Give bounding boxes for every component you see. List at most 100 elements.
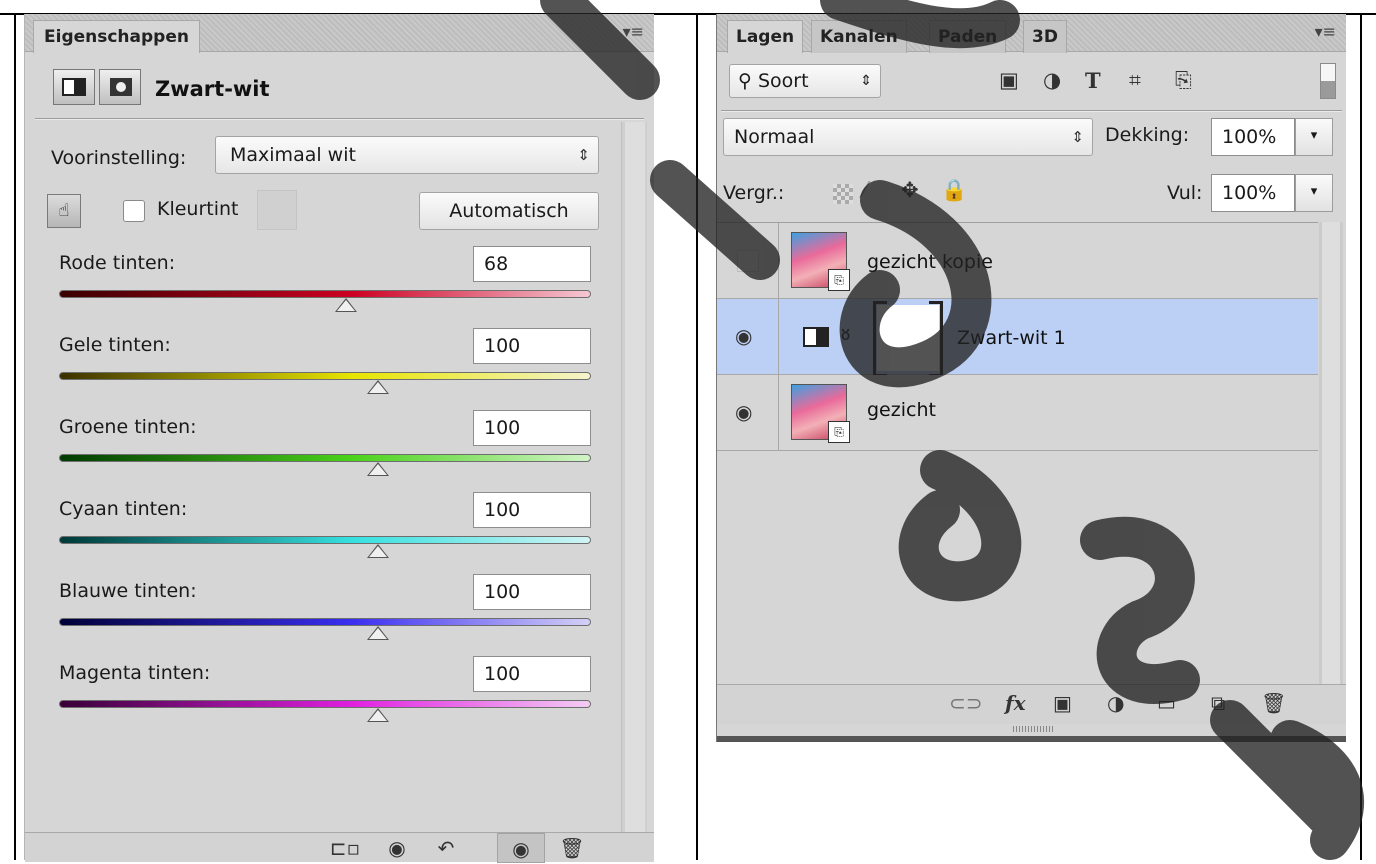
hidden-visibility-box[interactable] xyxy=(737,250,759,272)
layers-tabbar: Lagen Kanalen Paden 3D ▾≡ xyxy=(717,14,1346,53)
layers-panel-menu-icon[interactable]: ▾≡ xyxy=(1315,22,1336,41)
add-mask-icon[interactable]: ▣ xyxy=(1053,691,1072,715)
pixel-filter-icon[interactable]: ▣ xyxy=(999,68,1019,92)
eye-icon[interactable]: ◉ xyxy=(735,324,752,348)
properties-tabbar: Eigenschappen ▾≡ xyxy=(25,14,654,53)
properties-panel: Eigenschappen ▾≡ Zwart-wit Voorinstellin… xyxy=(24,14,654,863)
view-previous-state-icon[interactable]: ◉ xyxy=(377,833,417,863)
slider-track[interactable] xyxy=(59,290,591,298)
slider-track[interactable] xyxy=(59,454,591,462)
lock-transparent-icon[interactable] xyxy=(833,184,853,204)
automatisch-button[interactable]: Automatisch xyxy=(419,192,599,230)
link-chain-icon[interactable]: ᴕ xyxy=(841,321,850,346)
opacity-input[interactable]: 100% xyxy=(1211,118,1295,156)
dropdown-arrows-icon: ⇕ xyxy=(1071,128,1084,146)
visibility-toggle[interactable]: ◉ xyxy=(717,375,779,451)
tab-kanalen[interactable]: Kanalen xyxy=(811,20,907,53)
targeted-adjustment-hand-icon[interactable]: ☝ xyxy=(47,194,81,228)
dropdown-arrows-icon: ⇕ xyxy=(860,73,872,89)
slider-label: Rode tinten: xyxy=(59,252,176,274)
slider-track[interactable] xyxy=(59,618,591,626)
slider-value-input[interactable]: 100 xyxy=(473,492,591,528)
type-filter-icon[interactable]: T xyxy=(1085,68,1101,93)
slider-thumb[interactable] xyxy=(335,298,358,312)
filter-row: ⚲ Soort ⇕ ▣ ◑ T ⌗ ⎘ xyxy=(717,54,1346,102)
frame-left xyxy=(14,13,16,860)
black-white-adjustment-icon xyxy=(803,327,829,347)
reset-icon[interactable]: ↶ xyxy=(429,833,463,863)
layers-footer: ⊂⊃ fx ▣ ◑ ▭ ⧉ 🗑 xyxy=(717,684,1346,724)
tab-eigenschappen[interactable]: Eigenschappen xyxy=(33,20,200,53)
layer-name[interactable]: gezicht kopie xyxy=(867,251,993,273)
mask-icon[interactable] xyxy=(99,69,141,105)
filter-toggle[interactable] xyxy=(1320,63,1336,99)
slider-thumb[interactable] xyxy=(367,462,390,476)
panel-bottom-border xyxy=(717,736,1346,742)
slider-track[interactable] xyxy=(59,700,591,708)
shape-filter-icon[interactable]: ⌗ xyxy=(1129,68,1141,93)
layer-name[interactable]: Zwart-wit 1 xyxy=(957,327,1066,349)
lock-position-move-icon[interactable]: ✥ xyxy=(901,178,919,202)
trash-icon[interactable]: 🗑 xyxy=(1261,691,1286,715)
layer-row-zwart-wit-1[interactable]: ◉ ᴕ Zwart-wit 1 xyxy=(717,299,1318,377)
slider-thumb[interactable] xyxy=(367,380,390,394)
slider-value-input[interactable]: 100 xyxy=(473,410,591,446)
slider-label: Cyaan tinten: xyxy=(59,498,188,520)
slider-thumb[interactable] xyxy=(367,708,390,722)
tint-label: Kleurtint xyxy=(157,198,239,220)
slider-value-input[interactable]: 100 xyxy=(473,328,591,364)
scrollbar-thumb[interactable] xyxy=(1322,222,1340,684)
slider-value-input[interactable]: 100 xyxy=(473,656,591,692)
tab-lagen[interactable]: Lagen xyxy=(727,20,804,53)
filter-type-dropdown[interactable]: ⚲ Soort ⇕ xyxy=(729,64,881,98)
mask-bracket-right xyxy=(929,301,943,377)
opacity-dropdown-button[interactable]: ▾ xyxy=(1295,118,1333,156)
tab-3d[interactable]: 3D xyxy=(1023,20,1067,53)
fill-dropdown-button[interactable]: ▾ xyxy=(1295,174,1333,212)
panel-menu-icon[interactable]: ▾≡ xyxy=(623,22,644,41)
layers-list: ⎘ gezicht kopie ◉ ᴕ Zwart-wit 1 ◉ ⎘ gezi… xyxy=(717,222,1318,684)
tab-paden[interactable]: Paden xyxy=(929,20,1007,53)
lock-all-icon[interactable]: 🔒 xyxy=(941,178,967,203)
new-group-folder-icon[interactable]: ▭ xyxy=(1157,691,1176,715)
trash-icon[interactable]: 🗑 xyxy=(555,833,589,863)
scrollbar-thumb[interactable] xyxy=(625,122,645,832)
search-icon: ⚲ xyxy=(738,70,752,92)
slider-thumb[interactable] xyxy=(367,544,390,558)
smart-object-filter-icon[interactable]: ⎘ xyxy=(1175,68,1192,93)
fill-label: Vul: xyxy=(1167,182,1203,204)
layers-scrollbar[interactable] xyxy=(1319,222,1343,684)
fill-input[interactable]: 100% xyxy=(1211,174,1295,212)
slider-thumb[interactable] xyxy=(367,626,390,640)
slider-track[interactable] xyxy=(59,372,591,380)
filter-divider xyxy=(721,110,1342,112)
link-layers-icon[interactable]: ⊂⊃ xyxy=(949,691,983,715)
preset-dropdown[interactable]: Maximaal wit ⇕ xyxy=(215,136,599,174)
layer-row-gezicht[interactable]: ◉ ⎘ gezicht xyxy=(717,375,1318,451)
slider-label: Groene tinten: xyxy=(59,416,197,438)
new-fill-adjustment-icon[interactable]: ◑ xyxy=(1107,691,1124,715)
opacity-label: Dekking: xyxy=(1105,124,1190,146)
resize-grip[interactable] xyxy=(1013,726,1053,732)
fx-effects-icon[interactable]: fx xyxy=(1005,691,1026,715)
clip-to-layer-icon[interactable]: ⊏▫ xyxy=(325,833,365,863)
properties-scrollbar[interactable] xyxy=(621,122,647,832)
lock-image-brush-icon[interactable]: ⁄ xyxy=(863,178,867,202)
visibility-toggle[interactable]: ◉ xyxy=(717,299,779,375)
tint-checkbox[interactable] xyxy=(123,200,145,222)
slider-value-input[interactable]: 68 xyxy=(473,246,591,282)
layer-name[interactable]: gezicht xyxy=(867,399,936,421)
new-layer-icon[interactable]: ⧉ xyxy=(1211,691,1225,715)
visibility-icon[interactable]: ◉ xyxy=(497,833,545,863)
slider-value-input[interactable]: 100 xyxy=(473,574,591,610)
dropdown-arrows-icon: ⇕ xyxy=(577,146,590,164)
adjustment-filter-icon[interactable]: ◑ xyxy=(1043,68,1061,92)
slider-track[interactable] xyxy=(59,536,591,544)
blend-mode-dropdown[interactable]: Normaal ⇕ xyxy=(723,118,1093,156)
tint-color-swatch[interactable] xyxy=(257,190,297,230)
adjustment-icon[interactable] xyxy=(53,69,95,105)
layer-row-gezicht-kopie[interactable]: ⎘ gezicht kopie xyxy=(717,223,1318,299)
visibility-toggle[interactable] xyxy=(717,223,779,299)
blend-mode-value: Normaal xyxy=(734,126,815,148)
eye-icon[interactable]: ◉ xyxy=(735,400,752,424)
